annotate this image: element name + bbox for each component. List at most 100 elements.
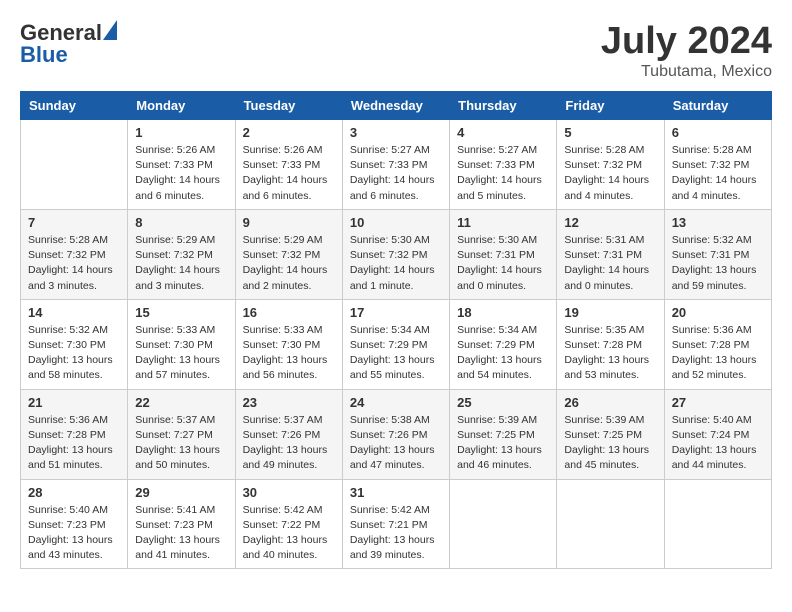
day-number: 9 (243, 215, 335, 230)
day-number: 17 (350, 305, 442, 320)
calendar-day-cell: 6 Sunrise: 5:28 AM Sunset: 7:32 PM Daylig… (664, 120, 771, 210)
page-header: General Blue July 2024 Tubutama, Mexico (20, 20, 772, 81)
calendar-day-cell: 29 Sunrise: 5:41 AM Sunset: 7:23 PM Dayli… (128, 479, 235, 569)
calendar-week-row: 14 Sunrise: 5:32 AM Sunset: 7:30 PM Dayli… (21, 299, 772, 389)
calendar-table: SundayMondayTuesdayWednesdayThursdayFrid… (20, 91, 772, 569)
calendar-day-cell: 3Sunrise: 5:27 AM Sunset: 7:33 PM Daylig… (342, 120, 449, 210)
calendar-day-cell: 15 Sunrise: 5:33 AM Sunset: 7:30 PM Dayli… (128, 299, 235, 389)
day-number: 4 (457, 125, 549, 140)
calendar-day-cell (450, 479, 557, 569)
day-number: 12 (564, 215, 656, 230)
logo-blue: Blue (20, 42, 68, 68)
day-info: Sunrise: 5:34 AM Sunset: 7:29 PM Dayligh… (350, 323, 442, 384)
day-info: Sunrise: 5:30 AM Sunset: 7:31 PM Dayligh… (457, 233, 549, 294)
calendar-day-cell: 16 Sunrise: 5:33 AM Sunset: 7:30 PM Dayli… (235, 299, 342, 389)
calendar-day-header: Wednesday (342, 92, 449, 120)
day-info: Sunrise: 5:39 AM Sunset: 7:25 PM Dayligh… (457, 413, 549, 474)
day-number: 20 (672, 305, 764, 320)
day-info: Sunrise: 5:38 AM Sunset: 7:26 PM Dayligh… (350, 413, 442, 474)
day-info: Sunrise: 5:28 AM Sunset: 7:32 PM Dayligh… (672, 143, 764, 204)
day-number: 10 (350, 215, 442, 230)
calendar-day-cell: 14 Sunrise: 5:32 AM Sunset: 7:30 PM Dayli… (21, 299, 128, 389)
calendar-day-header: Monday (128, 92, 235, 120)
day-info: Sunrise: 5:35 AM Sunset: 7:28 PM Dayligh… (564, 323, 656, 384)
day-number: 21 (28, 395, 120, 410)
calendar-day-cell: 9 Sunrise: 5:29 AM Sunset: 7:32 PM Daylig… (235, 209, 342, 299)
day-info: Sunrise: 5:32 AM Sunset: 7:30 PM Dayligh… (28, 323, 120, 384)
calendar-location: Tubutama, Mexico (601, 63, 772, 81)
day-info: Sunrise: 5:27 AM Sunset: 7:33 PM Dayligh… (457, 143, 549, 204)
day-info: Sunrise: 5:26 AM Sunset: 7:33 PM Dayligh… (243, 143, 335, 204)
day-info: Sunrise: 5:27 AM Sunset: 7:33 PM Dayligh… (350, 143, 442, 204)
day-info: Sunrise: 5:39 AM Sunset: 7:25 PM Dayligh… (564, 413, 656, 474)
calendar-day-cell: 25 Sunrise: 5:39 AM Sunset: 7:25 PM Dayli… (450, 389, 557, 479)
calendar-day-header: Thursday (450, 92, 557, 120)
day-info: Sunrise: 5:29 AM Sunset: 7:32 PM Dayligh… (243, 233, 335, 294)
logo: General Blue (20, 20, 117, 68)
calendar-day-header: Tuesday (235, 92, 342, 120)
calendar-day-cell: 13Sunrise: 5:32 AM Sunset: 7:31 PM Dayli… (664, 209, 771, 299)
calendar-day-cell (21, 120, 128, 210)
calendar-day-header: Saturday (664, 92, 771, 120)
day-number: 31 (350, 485, 442, 500)
day-number: 26 (564, 395, 656, 410)
calendar-day-cell: 23 Sunrise: 5:37 AM Sunset: 7:26 PM Dayli… (235, 389, 342, 479)
day-number: 27 (672, 395, 764, 410)
calendar-day-cell: 31 Sunrise: 5:42 AM Sunset: 7:21 PM Dayli… (342, 479, 449, 569)
day-info: Sunrise: 5:37 AM Sunset: 7:26 PM Dayligh… (243, 413, 335, 474)
day-number: 29 (135, 485, 227, 500)
day-number: 7 (28, 215, 120, 230)
calendar-day-cell: 4 Sunrise: 5:27 AM Sunset: 7:33 PM Daylig… (450, 120, 557, 210)
calendar-day-cell: 19 Sunrise: 5:35 AM Sunset: 7:28 PM Dayli… (557, 299, 664, 389)
day-number: 28 (28, 485, 120, 500)
day-number: 6 (672, 125, 764, 140)
calendar-day-cell: 20Sunrise: 5:36 AM Sunset: 7:28 PM Dayli… (664, 299, 771, 389)
day-info: Sunrise: 5:28 AM Sunset: 7:32 PM Dayligh… (564, 143, 656, 204)
calendar-day-header: Sunday (21, 92, 128, 120)
day-info: Sunrise: 5:32 AM Sunset: 7:31 PM Dayligh… (672, 233, 764, 294)
calendar-day-cell (557, 479, 664, 569)
day-number: 5 (564, 125, 656, 140)
day-number: 14 (28, 305, 120, 320)
calendar-header-row: SundayMondayTuesdayWednesdayThursdayFrid… (21, 92, 772, 120)
day-info: Sunrise: 5:42 AM Sunset: 7:21 PM Dayligh… (350, 503, 442, 564)
calendar-day-cell: 28Sunrise: 5:40 AM Sunset: 7:23 PM Dayli… (21, 479, 128, 569)
day-number: 16 (243, 305, 335, 320)
day-info: Sunrise: 5:28 AM Sunset: 7:32 PM Dayligh… (28, 233, 120, 294)
calendar-day-cell (664, 479, 771, 569)
day-info: Sunrise: 5:42 AM Sunset: 7:22 PM Dayligh… (243, 503, 335, 564)
day-info: Sunrise: 5:29 AM Sunset: 7:32 PM Dayligh… (135, 233, 227, 294)
calendar-title: July 2024 (601, 20, 772, 63)
calendar-week-row: 28Sunrise: 5:40 AM Sunset: 7:23 PM Dayli… (21, 479, 772, 569)
day-number: 24 (350, 395, 442, 410)
calendar-day-cell: 7 Sunrise: 5:28 AM Sunset: 7:32 PM Daylig… (21, 209, 128, 299)
day-number: 1 (135, 125, 227, 140)
day-number: 19 (564, 305, 656, 320)
day-info: Sunrise: 5:33 AM Sunset: 7:30 PM Dayligh… (135, 323, 227, 384)
day-info: Sunrise: 5:34 AM Sunset: 7:29 PM Dayligh… (457, 323, 549, 384)
day-info: Sunrise: 5:37 AM Sunset: 7:27 PM Dayligh… (135, 413, 227, 474)
day-number: 22 (135, 395, 227, 410)
day-number: 15 (135, 305, 227, 320)
calendar-day-cell: 5 Sunrise: 5:28 AM Sunset: 7:32 PM Daylig… (557, 120, 664, 210)
calendar-day-cell: 27Sunrise: 5:40 AM Sunset: 7:24 PM Dayli… (664, 389, 771, 479)
logo-triangle (103, 20, 117, 40)
calendar-day-cell: 8 Sunrise: 5:29 AM Sunset: 7:32 PM Daylig… (128, 209, 235, 299)
day-number: 8 (135, 215, 227, 230)
calendar-day-cell: 18 Sunrise: 5:34 AM Sunset: 7:29 PM Dayli… (450, 299, 557, 389)
calendar-day-header: Friday (557, 92, 664, 120)
calendar-week-row: 21Sunrise: 5:36 AM Sunset: 7:28 PM Dayli… (21, 389, 772, 479)
day-info: Sunrise: 5:41 AM Sunset: 7:23 PM Dayligh… (135, 503, 227, 564)
day-number: 25 (457, 395, 549, 410)
calendar-day-cell: 12 Sunrise: 5:31 AM Sunset: 7:31 PM Dayli… (557, 209, 664, 299)
calendar-day-cell: 10Sunrise: 5:30 AM Sunset: 7:32 PM Dayli… (342, 209, 449, 299)
calendar-week-row: 7 Sunrise: 5:28 AM Sunset: 7:32 PM Daylig… (21, 209, 772, 299)
day-info: Sunrise: 5:33 AM Sunset: 7:30 PM Dayligh… (243, 323, 335, 384)
calendar-day-cell: 30Sunrise: 5:42 AM Sunset: 7:22 PM Dayli… (235, 479, 342, 569)
calendar-day-cell: 11 Sunrise: 5:30 AM Sunset: 7:31 PM Dayli… (450, 209, 557, 299)
day-number: 23 (243, 395, 335, 410)
day-info: Sunrise: 5:31 AM Sunset: 7:31 PM Dayligh… (564, 233, 656, 294)
day-number: 2 (243, 125, 335, 140)
day-number: 18 (457, 305, 549, 320)
day-number: 11 (457, 215, 549, 230)
